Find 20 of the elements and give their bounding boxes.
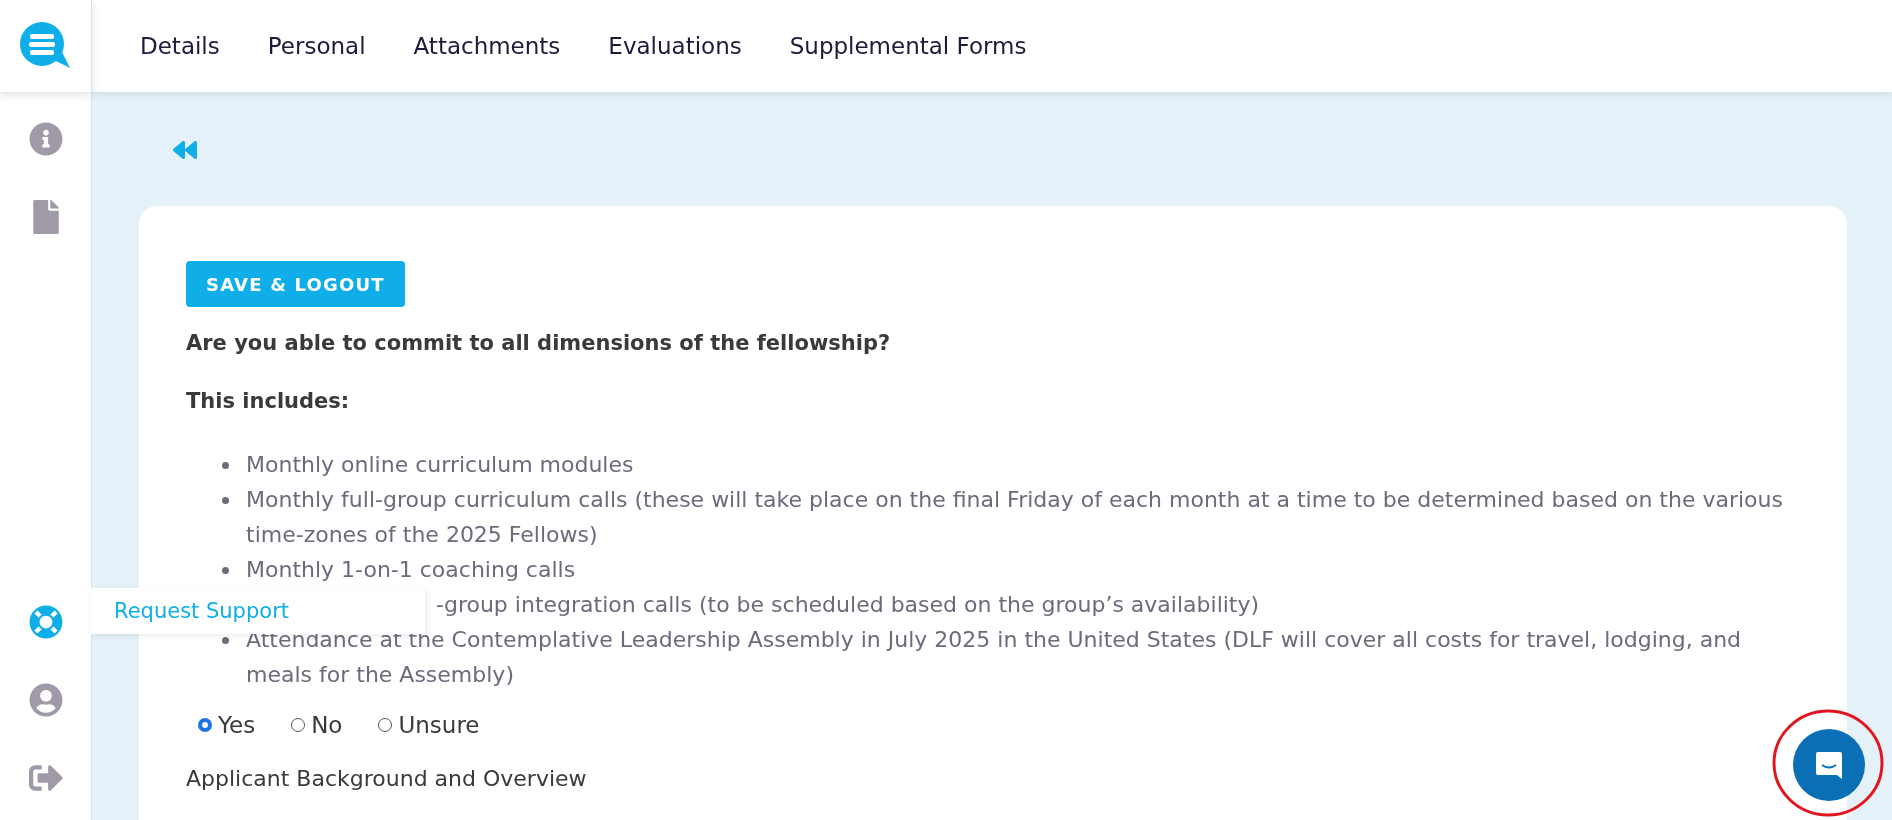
question-text: Are you able to commit to all dimensions of the fellowship? [186,331,892,355]
logo-icon[interactable] [19,22,72,70]
bullet-icon [222,462,229,469]
list-item-text: Monthly 1-on-1 coaching calls [246,557,576,582]
tab[interactable]: Supplemental Forms [789,33,1027,59]
tab[interactable]: Attachments [413,33,561,59]
tab[interactable]: Personal [267,33,366,59]
section-heading: Applicant Background and Overview [186,766,588,791]
includes-heading: This includes: [186,389,351,413]
radio-option[interactable]: No [291,712,343,738]
list-item-text: -group integration calls (to be scheduled based on the group’s availability) [436,592,1260,617]
tab[interactable]: Evaluations [608,33,742,59]
radio-option[interactable]: Yes [198,712,256,738]
list-item-text: Monthly full-group curriculum calls (these will take place on the final Friday of each month at a time to be determined based on the various time-zones of the 2025 Fellows) [246,487,1783,547]
radio-option[interactable]: Unsure [378,712,480,738]
list-item-text: Monthly online curriculum modules [246,452,634,477]
bullet-icon [222,497,229,504]
tab[interactable]: Details [140,33,220,59]
bullet-icon [222,567,229,574]
bullet-icon [222,637,229,644]
